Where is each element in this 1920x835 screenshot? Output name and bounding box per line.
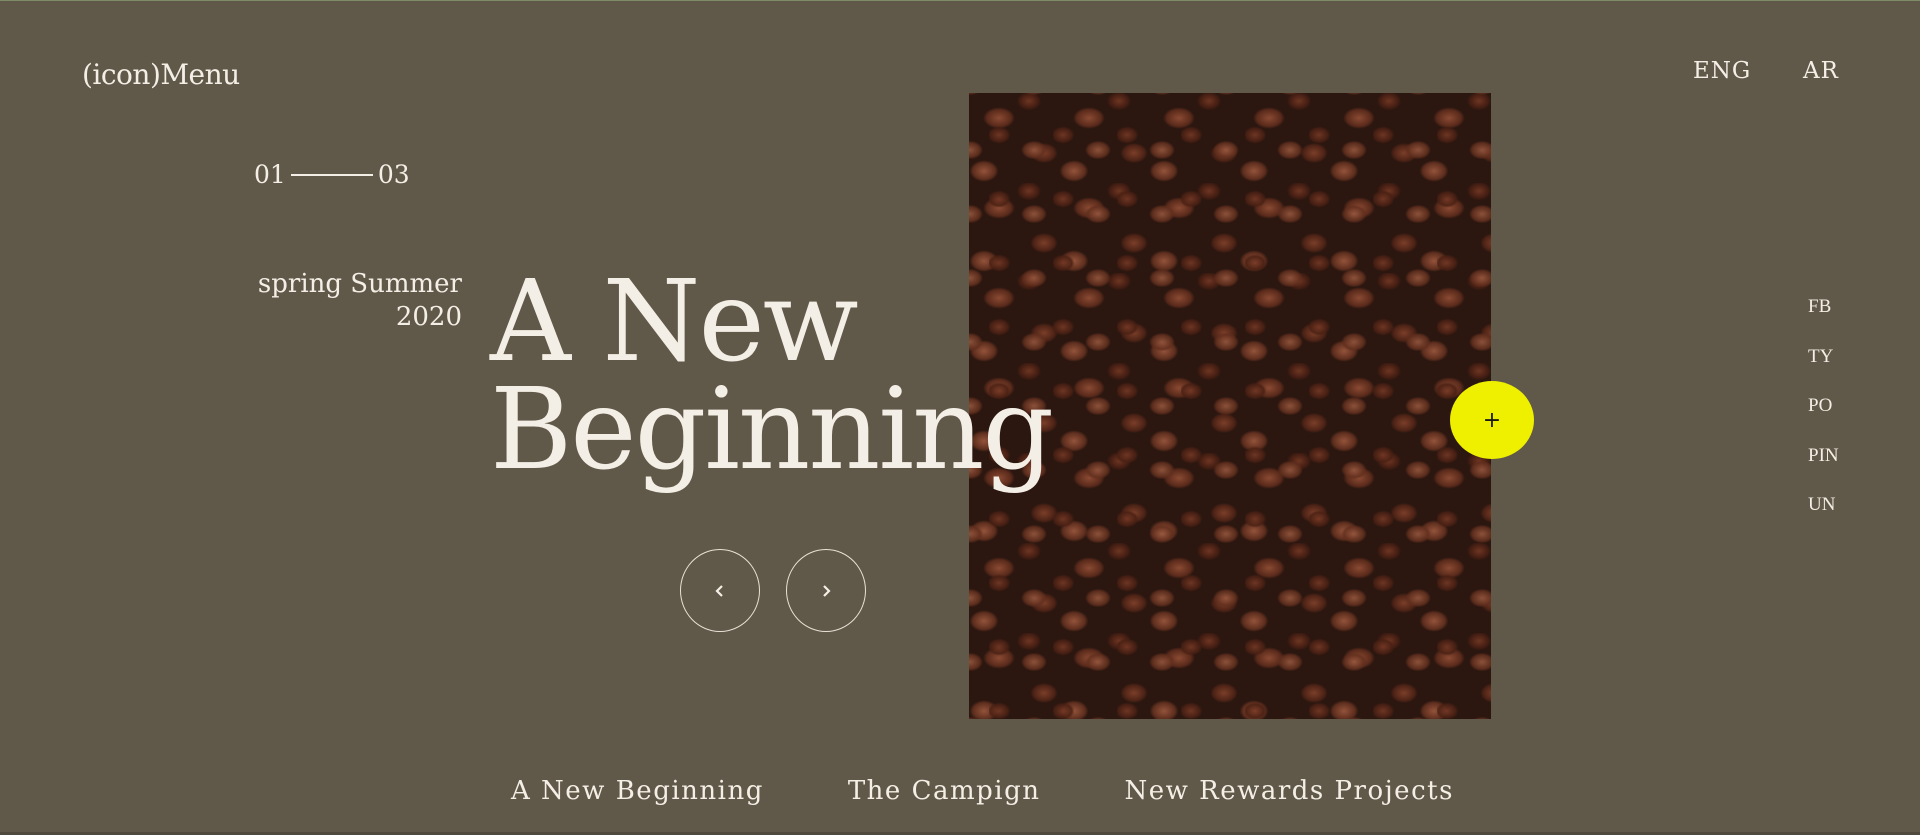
- counter-divider: [290, 173, 373, 176]
- social-link-fb[interactable]: FB: [1808, 296, 1839, 346]
- season-year: 2020: [395, 302, 462, 332]
- bottom-nav-new-beginning[interactable]: A New Beginning: [511, 776, 764, 806]
- social-link-un[interactable]: UN: [1808, 494, 1839, 544]
- slide-total: 03: [377, 160, 410, 189]
- season-label: spring Summer 2020: [214, 268, 462, 334]
- slide-counter: 01 03: [254, 160, 410, 189]
- season-line: spring Summer: [257, 269, 462, 299]
- social-link-pin[interactable]: PIN: [1808, 445, 1839, 495]
- bottom-nav: A New Beginning The Campign New Rewards …: [511, 776, 1454, 806]
- chevron-right-icon: [823, 584, 831, 597]
- slide-current: 01: [254, 160, 286, 189]
- social-link-po[interactable]: PO: [1808, 395, 1839, 445]
- top-border: [0, 0, 1920, 1]
- lang-ar-button[interactable]: AR: [1803, 58, 1839, 84]
- bottom-nav-rewards-projects[interactable]: New Rewards Projects: [1124, 776, 1453, 806]
- prev-slide-button[interactable]: [680, 549, 760, 632]
- plus-button[interactable]: +: [1450, 381, 1534, 459]
- hero-title-line1: A New: [490, 257, 859, 387]
- bottom-nav-campaign[interactable]: The Campign: [848, 776, 1041, 806]
- hero-title: A New Beginning: [490, 257, 1054, 495]
- next-slide-button[interactable]: [786, 549, 866, 632]
- social-links: FB TY PO PIN UN: [1808, 296, 1839, 544]
- menu-button[interactable]: (icon)Menu: [82, 58, 240, 91]
- lang-eng-button[interactable]: ENG: [1693, 58, 1751, 84]
- hero-title-line2: Beginning: [490, 365, 1054, 495]
- chevron-left-icon: [715, 584, 723, 597]
- social-link-ty[interactable]: TY: [1808, 346, 1839, 396]
- plus-icon: +: [1482, 407, 1502, 433]
